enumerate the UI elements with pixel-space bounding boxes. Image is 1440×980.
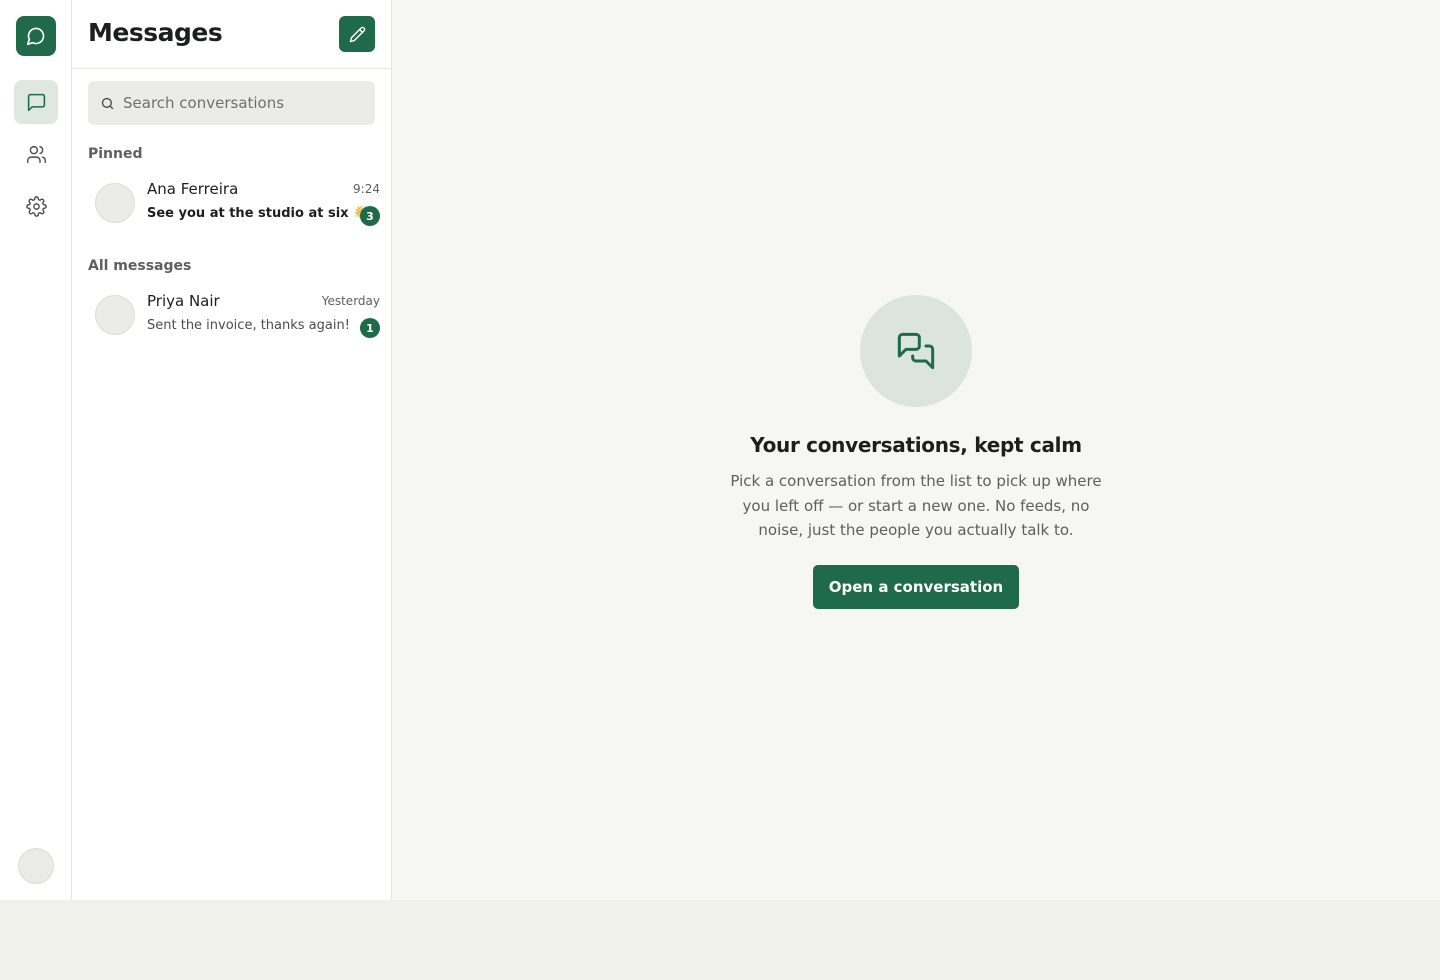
message-time: 9:24 <box>353 182 380 196</box>
search-input[interactable] <box>123 94 363 112</box>
app-logo[interactable] <box>16 16 56 56</box>
page-title: Messages <box>88 18 223 47</box>
conversation-item[interactable]: Priya Nair Yesterday Sent the invoice, t… <box>80 285 384 345</box>
rail-item-contacts[interactable] <box>14 132 58 176</box>
pencil-icon <box>349 26 365 42</box>
rail-item-messages[interactable] <box>14 80 58 124</box>
main-panel: Your conversations, kept calm Pick a con… <box>392 0 1440 900</box>
chat-bubble-icon <box>26 27 45 46</box>
avatar <box>95 295 135 335</box>
users-icon <box>26 145 46 163</box>
conversation-item[interactable]: Ana Ferreira 9:24 See you at the studio … <box>80 173 384 233</box>
message-preview: Sent the invoice, thanks again! <box>147 318 350 333</box>
app-shell: Messages Pinned Ana Ferreira 9:24 See yo… <box>0 0 1440 900</box>
unread-badge: 1 <box>360 318 380 338</box>
contact-name: Priya Nair <box>147 292 220 310</box>
empty-state-description: Pick a conversation from the list to pic… <box>730 472 1102 539</box>
section-label-all: All messages <box>88 258 192 274</box>
page-footer-band <box>0 900 1440 980</box>
message-square-icon <box>27 93 45 111</box>
sidebar-header: Messages <box>72 0 391 69</box>
open-conversation-button[interactable]: Open a conversation <box>812 564 1020 609</box>
message-time: Yesterday <box>321 294 380 308</box>
conversations-icon <box>897 332 935 370</box>
gear-icon <box>25 195 47 217</box>
search-icon <box>101 97 114 109</box>
conversation-sidebar: Messages Pinned Ana Ferreira 9:24 See yo… <box>72 0 392 900</box>
section-label-pinned: Pinned <box>88 146 143 162</box>
search-box <box>88 81 375 125</box>
empty-state-illustration <box>860 295 972 407</box>
empty-state-title: Your conversations, kept calm <box>750 433 1082 457</box>
icon-rail <box>0 0 72 900</box>
contact-name: Ana Ferreira <box>147 180 239 198</box>
rail-item-settings[interactable] <box>14 184 58 228</box>
unread-badge: 3 <box>360 206 380 226</box>
user-avatar[interactable] <box>18 848 54 884</box>
empty-state: Your conversations, kept calm Pick a con… <box>392 295 1440 609</box>
compose-button[interactable] <box>339 16 375 52</box>
message-preview: See you at the studio at six 👋 <box>147 206 370 221</box>
avatar <box>95 183 135 223</box>
